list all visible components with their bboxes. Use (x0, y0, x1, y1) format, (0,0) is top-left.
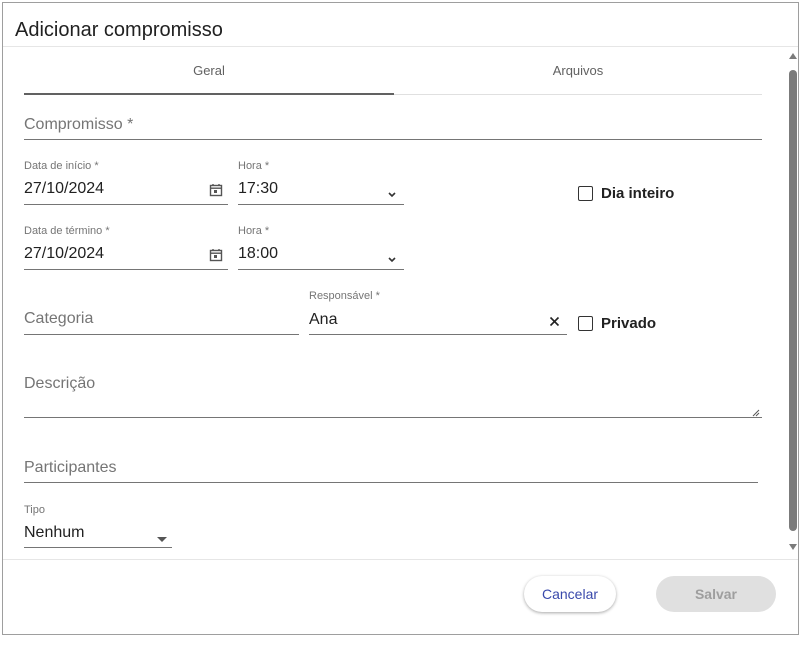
categoria-underline (24, 334, 299, 335)
responsavel-value: Ana (309, 311, 338, 328)
calendar-icon[interactable] (209, 183, 223, 202)
end-time-underline (238, 269, 404, 270)
add-appointment-dialog: Adicionar compromisso Geral Arquivos Com… (2, 2, 799, 635)
calendar-icon[interactable] (209, 248, 223, 267)
start-time-value: 17:30 (238, 180, 279, 197)
start-time-label: Hora * (238, 160, 270, 172)
start-time-underline (238, 204, 404, 205)
active-tab-indicator (24, 93, 394, 95)
header-divider (3, 46, 798, 47)
end-date-value: 27/10/2024 (24, 245, 105, 262)
resize-handle-icon[interactable] (752, 404, 760, 422)
scroll-up-arrow-icon[interactable] (789, 53, 797, 59)
privado-label[interactable]: Privado (601, 315, 656, 332)
scrollbar-thumb[interactable] (789, 70, 797, 531)
end-date-underline (24, 269, 228, 270)
end-time-value: 18:00 (238, 245, 279, 262)
start-date-label: Data de início * (24, 160, 99, 172)
participantes-underline (24, 482, 758, 483)
compromisso-underline (24, 139, 762, 140)
tipo-value: Nenhum (24, 524, 85, 541)
tab-geral[interactable]: Geral (24, 56, 394, 96)
tipo-underline (24, 547, 172, 548)
tab-arquivos[interactable]: Arquivos (394, 56, 762, 96)
dia-inteiro-label[interactable]: Dia inteiro (601, 185, 674, 202)
compromisso-placeholder: Compromisso * (24, 116, 134, 133)
categoria-placeholder: Categoria (24, 310, 94, 327)
close-icon[interactable] (549, 314, 560, 332)
dia-inteiro-checkbox[interactable] (578, 186, 593, 201)
responsavel-underline (309, 334, 567, 335)
dialog-title: Adicionar compromisso (15, 19, 223, 41)
scroll-down-arrow-icon[interactable] (789, 544, 797, 550)
responsavel-label: Responsável * (309, 290, 380, 302)
footer-divider (3, 559, 798, 560)
tipo-label: Tipo (24, 504, 45, 516)
caret-down-icon[interactable] (157, 530, 167, 548)
privado-checkbox[interactable] (578, 316, 593, 331)
participantes-placeholder: Participantes (24, 459, 117, 476)
start-date-value: 27/10/2024 (24, 180, 105, 197)
chevron-down-icon[interactable] (387, 186, 397, 204)
descricao-placeholder: Descrição (24, 375, 96, 392)
end-date-label: Data de término * (24, 225, 110, 237)
end-time-label: Hora * (238, 225, 270, 237)
start-date-underline (24, 204, 228, 205)
save-button[interactable]: Salvar (656, 576, 776, 612)
chevron-down-icon[interactable] (387, 251, 397, 269)
cancel-button[interactable]: Cancelar (524, 576, 616, 612)
descricao-underline (24, 417, 762, 418)
